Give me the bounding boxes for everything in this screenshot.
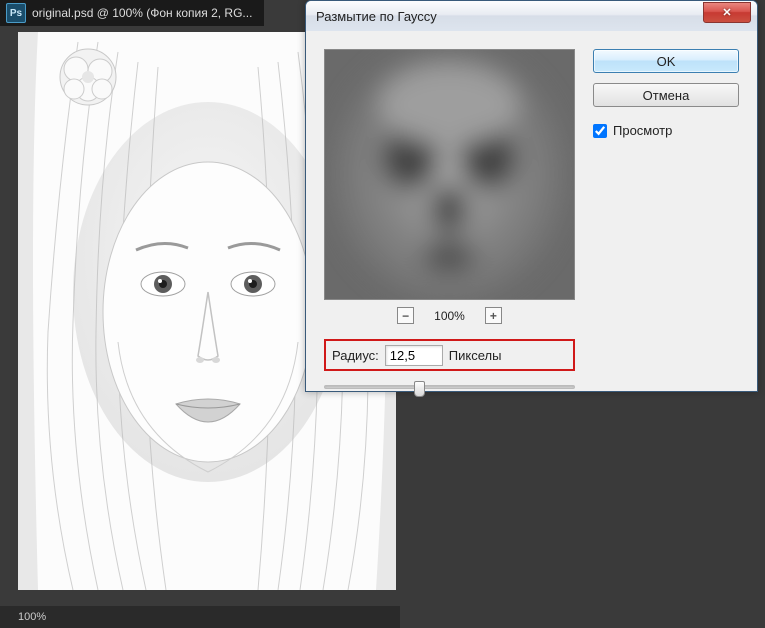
dialog-buttons: OK Отмена Просмотр (593, 49, 739, 138)
zoom-out-button[interactable]: − (397, 307, 414, 324)
status-bar: 100% (0, 606, 400, 628)
preview-checkbox-label: Просмотр (613, 123, 672, 138)
document-tab[interactable]: Ps original.psd @ 100% (Фон копия 2, RG.… (0, 0, 264, 26)
workspace: Ps original.psd @ 100% (Фон копия 2, RG.… (0, 0, 765, 628)
cancel-button[interactable]: Отмена (593, 83, 739, 107)
slider-thumb[interactable] (414, 381, 425, 397)
close-button[interactable]: ✕ (703, 2, 751, 23)
dialog-content: − 100% + Радиус: Пикселы OK Отмена Просм… (306, 31, 757, 393)
radius-slider[interactable] (324, 381, 575, 395)
close-icon: ✕ (722, 6, 731, 19)
dialog-title: Размытие по Гауссу (316, 9, 437, 24)
ok-button[interactable]: OK (593, 49, 739, 73)
preview-checkbox[interactable] (593, 124, 607, 138)
zoom-status: 100% (18, 611, 46, 623)
preview-checkbox-row[interactable]: Просмотр (593, 123, 739, 138)
gaussian-blur-dialog: Размытие по Гауссу ✕ (305, 0, 758, 392)
radius-group: Радиус: Пикселы (324, 339, 575, 371)
blurred-preview-image (325, 50, 574, 299)
radius-unit: Пикселы (449, 348, 502, 363)
document-title: original.psd @ 100% (Фон копия 2, RG... (32, 6, 264, 20)
radius-input[interactable] (385, 345, 443, 366)
zoom-in-button[interactable]: + (485, 307, 502, 324)
preview-box[interactable] (324, 49, 575, 300)
dialog-titlebar[interactable]: Размытие по Гауссу ✕ (306, 1, 757, 31)
zoom-controls: − 100% + (324, 307, 575, 324)
radius-label: Радиус: (332, 348, 379, 363)
zoom-percent: 100% (434, 309, 465, 323)
photoshop-icon: Ps (6, 3, 26, 23)
slider-rail (324, 385, 575, 389)
